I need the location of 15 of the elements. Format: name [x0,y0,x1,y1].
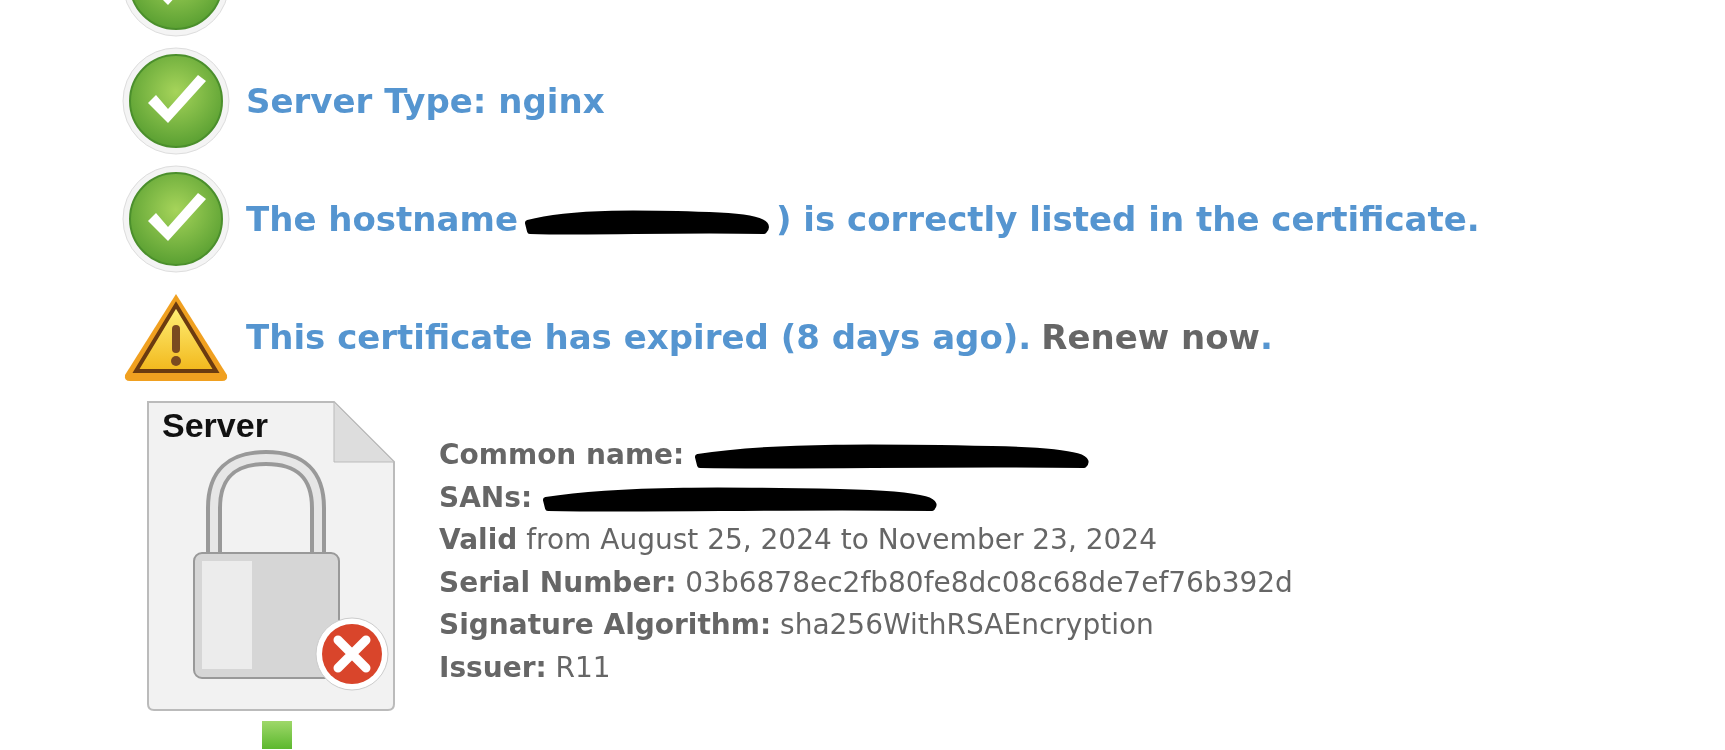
certificate-detail: Valid from August 25, 2024 to November 23, 2024 [439,522,1157,558]
renew-link[interactable]: Renew now [1041,317,1260,357]
status-bar-indicator [262,721,292,749]
server-label: Server [162,406,268,445]
certificate-detail: SANs: [439,479,533,516]
certificate-detail: Issuer: R11 [439,649,611,686]
status-message: Server Type: nginx [246,81,605,121]
certificate-detail: Serial Number: 03b6878ec2fb80fe8dc08c68de7ef76b392d [439,564,1293,601]
certificate-detail: Common name: [439,437,685,473]
check-icon [122,165,230,273]
check-icon [122,47,230,155]
status-message: This certificate has expired (8 days ago). Renew now. [246,317,1273,357]
error-badge-icon [314,616,390,692]
status-message: The hostname ) is correctly listed in the certificate. [246,199,1480,239]
certificate-detail: Signature Algorithm: sha256WithRSAEncryption [439,607,1154,643]
